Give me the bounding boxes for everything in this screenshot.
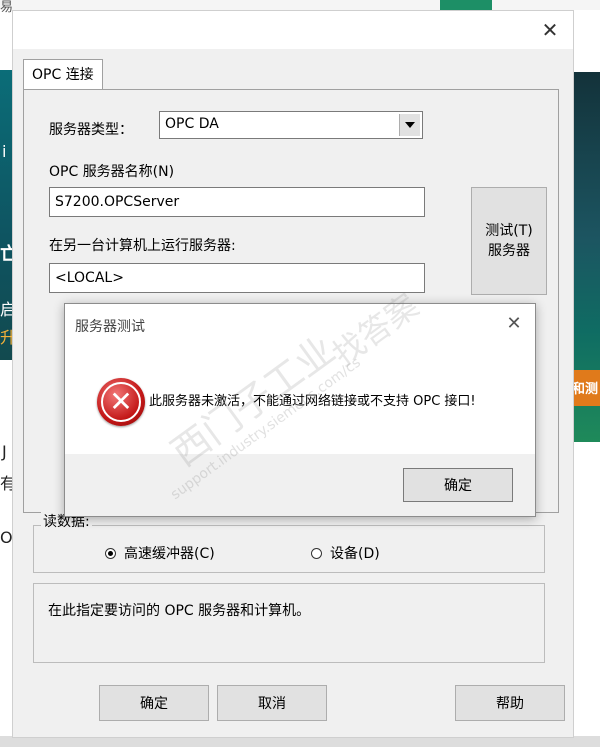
background-text-fragment: O bbox=[0, 528, 13, 547]
description-text: 在此指定要访问的 OPC 服务器和计算机。 bbox=[48, 603, 311, 619]
help-button-label: 帮助 bbox=[496, 696, 524, 712]
chevron-down-icon bbox=[405, 122, 415, 128]
cancel-button-label: 取消 bbox=[258, 696, 286, 712]
background-page-top bbox=[0, 0, 600, 10]
ok-button[interactable]: 确定 bbox=[99, 685, 209, 721]
radio-device[interactable]: 设备(D) bbox=[311, 543, 380, 563]
dialog-titlebar: ✕ bbox=[13, 11, 573, 49]
radio-cache[interactable]: 高速缓冲器(C) bbox=[105, 543, 215, 563]
modal-ok-button-label: 确定 bbox=[444, 478, 472, 494]
remote-computer-input[interactable] bbox=[49, 263, 425, 293]
tab-opc-connection[interactable]: OPC 连接 bbox=[23, 59, 103, 90]
background-text-fragment: i bbox=[2, 142, 7, 161]
server-type-select[interactable]: OPC DA bbox=[159, 111, 423, 139]
remote-computer-label: 在另一台计算机上运行服务器: bbox=[49, 238, 236, 254]
modal-titlebar: 服务器测试 ✕ bbox=[65, 304, 535, 344]
error-icon: ✕ bbox=[97, 378, 145, 426]
error-x-glyph: ✕ bbox=[109, 385, 133, 418]
server-type-label: 服务器类型： bbox=[49, 122, 133, 138]
error-message: 此服务器未激活，不能通过网络链接或不支持 OPC 接口! bbox=[149, 394, 476, 409]
ok-button-label: 确定 bbox=[140, 696, 168, 712]
background-text-fragment: 和测 bbox=[572, 382, 599, 397]
server-name-input[interactable] bbox=[49, 187, 425, 217]
description-box: 在此指定要访问的 OPC 服务器和计算机。 bbox=[33, 583, 545, 663]
background-text-fragment: J bbox=[2, 442, 7, 461]
help-button[interactable]: 帮助 bbox=[455, 685, 565, 721]
cancel-button[interactable]: 取消 bbox=[217, 685, 327, 721]
test-server-button[interactable]: 测试(T) 服务器 bbox=[471, 187, 547, 295]
radio-unchecked-icon[interactable] bbox=[311, 547, 322, 559]
test-button-label-line2: 服务器 bbox=[488, 243, 530, 259]
background-search-button bbox=[440, 0, 492, 10]
modal-ok-button[interactable]: 确定 bbox=[403, 468, 513, 502]
dropdown-button[interactable] bbox=[399, 114, 420, 136]
test-button-label-line1: 测试(T) bbox=[485, 223, 533, 239]
radio-checked-icon[interactable] bbox=[105, 547, 116, 559]
radio-cache-label: 高速缓冲器(C) bbox=[124, 546, 215, 562]
close-icon[interactable]: ✕ bbox=[503, 313, 525, 335]
server-name-label: OPC 服务器名称(N) bbox=[49, 164, 175, 180]
server-type-value: OPC DA bbox=[165, 116, 219, 132]
server-test-error-dialog: 服务器测试 ✕ ✕ 此服务器未激活，不能通过网络链接或不支持 OPC 接口! 确… bbox=[64, 303, 536, 517]
radio-device-label: 设备(D) bbox=[330, 546, 380, 562]
modal-title: 服务器测试 bbox=[75, 319, 145, 335]
close-icon[interactable]: ✕ bbox=[539, 19, 561, 41]
